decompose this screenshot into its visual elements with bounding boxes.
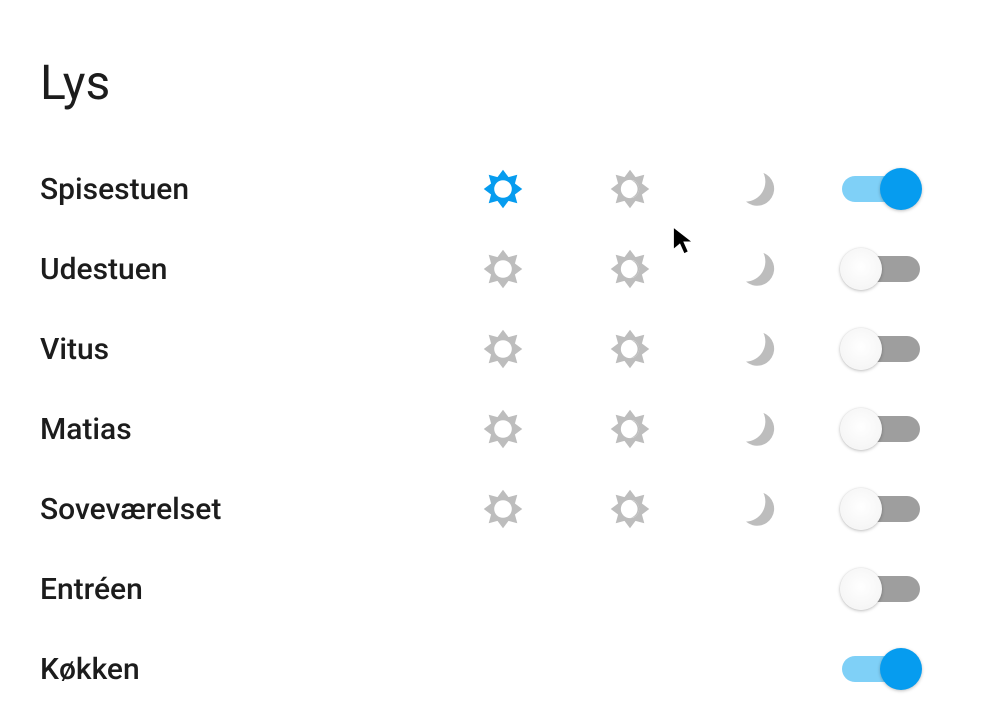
light-row: Soveværelset [40, 469, 950, 549]
light-toggle[interactable] [842, 408, 920, 450]
light-toggle[interactable] [842, 568, 920, 610]
night-mode-icon[interactable] [734, 326, 780, 372]
light-card: Lys Spisestuen Udestuen Vitus Matias Sovevær… [18, 18, 990, 720]
bright-mode-icon[interactable] [480, 486, 526, 532]
card-title: Lys [40, 54, 950, 111]
bright-mode-icon[interactable] [480, 166, 526, 212]
night-mode-icon[interactable] [734, 166, 780, 212]
bright-mode-icon[interactable] [480, 246, 526, 292]
toggle-wrap [810, 568, 920, 610]
toggle-wrap [810, 648, 920, 690]
toggle-wrap [810, 248, 920, 290]
light-label: Soveværelset [40, 492, 480, 527]
light-row: Matias [40, 389, 950, 469]
light-toggle[interactable] [842, 488, 920, 530]
night-mode-icon[interactable] [734, 406, 780, 452]
light-label: Spisestuen [40, 172, 480, 207]
toggle-wrap [810, 168, 920, 210]
light-row: Udestuen [40, 229, 950, 309]
light-toggle[interactable] [842, 648, 920, 690]
light-label: Vitus [40, 332, 480, 367]
mode-icons [480, 326, 810, 372]
light-label: Køkken [40, 652, 480, 687]
mode-icons [480, 486, 810, 532]
light-row: Entréen [40, 549, 950, 629]
light-rows: Spisestuen Udestuen Vitus Matias Soveværelse… [40, 149, 950, 709]
mode-icons [480, 166, 810, 212]
dim-mode-icon[interactable] [607, 486, 653, 532]
light-label: Entréen [40, 572, 480, 607]
dim-mode-icon[interactable] [607, 246, 653, 292]
light-row: Køkken [40, 629, 950, 709]
toggle-wrap [810, 328, 920, 370]
light-toggle[interactable] [842, 248, 920, 290]
dim-mode-icon[interactable] [607, 326, 653, 372]
light-row: Spisestuen [40, 149, 950, 229]
light-toggle[interactable] [842, 328, 920, 370]
night-mode-icon[interactable] [734, 486, 780, 532]
light-toggle[interactable] [842, 168, 920, 210]
light-label: Udestuen [40, 252, 480, 287]
dim-mode-icon[interactable] [607, 166, 653, 212]
toggle-wrap [810, 488, 920, 530]
light-label: Matias [40, 412, 480, 447]
light-row: Vitus [40, 309, 950, 389]
dim-mode-icon[interactable] [607, 406, 653, 452]
mode-icons [480, 406, 810, 452]
night-mode-icon[interactable] [734, 246, 780, 292]
toggle-wrap [810, 408, 920, 450]
bright-mode-icon[interactable] [480, 326, 526, 372]
mode-icons [480, 246, 810, 292]
bright-mode-icon[interactable] [480, 406, 526, 452]
